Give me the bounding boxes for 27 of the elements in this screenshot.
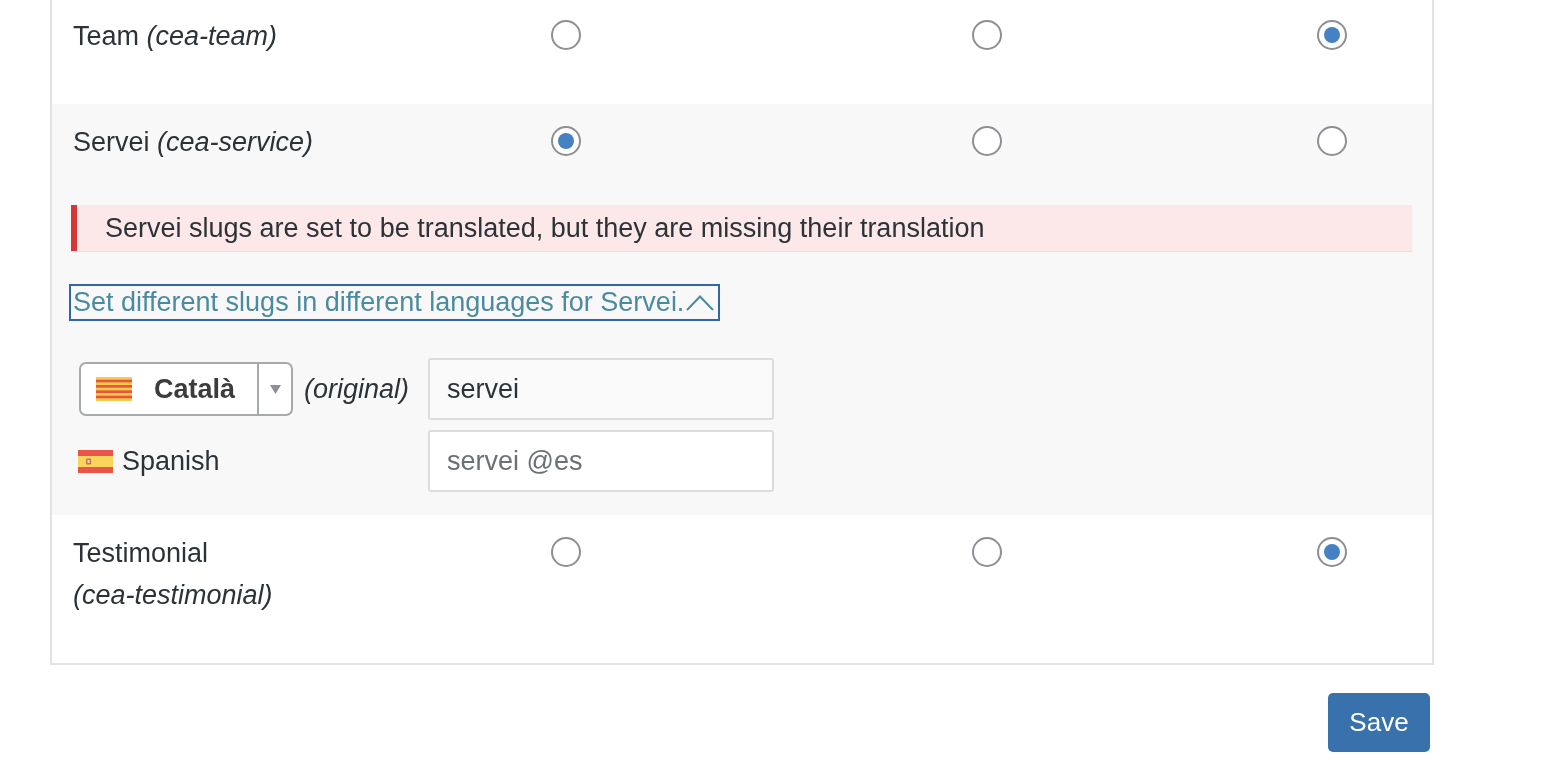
- slug-input[interactable]: servei @es: [428, 430, 774, 492]
- radio-button[interactable]: [972, 126, 1002, 156]
- radio-button[interactable]: [1317, 20, 1347, 50]
- radio-button[interactable]: [1317, 126, 1347, 156]
- caret-icon: [269, 384, 281, 394]
- post-type-name: Team: [73, 21, 140, 51]
- post-type-name: Servei: [73, 127, 150, 157]
- catalan-flag-icon: [96, 377, 132, 401]
- slug-toggle-link[interactable]: Set different slugs in different languages for Servei.: [69, 284, 721, 321]
- spanish-flag-icon: [78, 449, 113, 473]
- slug-input[interactable]: servei: [428, 358, 774, 420]
- radio-button[interactable]: [551, 126, 581, 156]
- post-type-slug: (cea-service): [157, 127, 314, 157]
- post-type-name: Testimonial: [73, 538, 209, 568]
- radio-button[interactable]: [1317, 537, 1347, 567]
- radio-button[interactable]: [972, 20, 1002, 50]
- language-name: Spanish: [122, 444, 220, 478]
- original-note: (original): [304, 372, 410, 406]
- save-button[interactable]: Save: [1328, 693, 1430, 752]
- error-notice: Servei slugs are set to be translated, but they are missing their translation: [71, 205, 1412, 251]
- radio-button[interactable]: [551, 20, 581, 50]
- radio-button[interactable]: [972, 537, 1002, 567]
- language-dropdown[interactable]: Català: [79, 362, 293, 416]
- post-type-slug: (cea-team): [146, 21, 278, 51]
- radio-button[interactable]: [551, 537, 581, 567]
- post-type-slug: (cea-testimonial): [73, 580, 273, 610]
- chevron-up-icon: [686, 294, 715, 311]
